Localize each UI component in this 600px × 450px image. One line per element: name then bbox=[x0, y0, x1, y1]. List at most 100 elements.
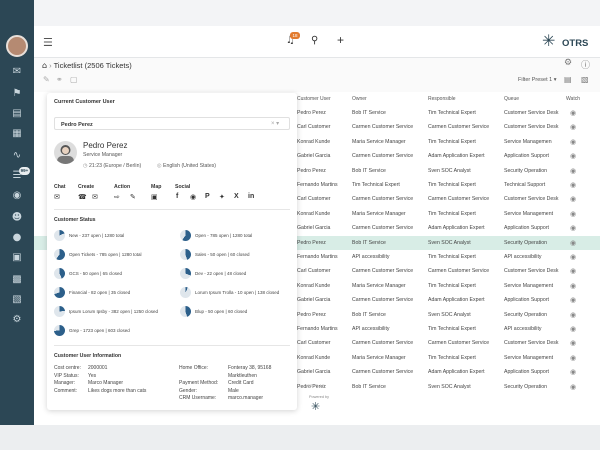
status-pie-chart bbox=[54, 287, 65, 298]
add-icon[interactable]: + bbox=[337, 33, 344, 47]
clipboard-icon[interactable]: ▤ bbox=[10, 108, 24, 120]
help-icon[interactable]: ⓘ bbox=[581, 58, 590, 71]
lock-icon[interactable]: ● bbox=[10, 232, 24, 244]
info-label: CRM Username: bbox=[179, 395, 217, 402]
info-value: Fonteray 38, 95168 bbox=[228, 365, 272, 371]
info-label: Comment: bbox=[54, 387, 78, 394]
info-value: Likes dogs more than cats bbox=[88, 387, 147, 394]
status-label: GCS - 50 open | 65 closed bbox=[69, 271, 122, 276]
eye-icon[interactable]: ◉ bbox=[10, 190, 24, 202]
facebook-icon[interactable]: f bbox=[176, 193, 178, 200]
watch-eye-icon[interactable]: ◉ bbox=[570, 195, 576, 203]
table-cell: Bob IT Service bbox=[352, 167, 386, 174]
gear-icon[interactable]: ⚙ bbox=[564, 58, 572, 68]
report-icon[interactable]: ▧ bbox=[10, 294, 24, 306]
table-cell: Service Managemen bbox=[504, 138, 552, 145]
table-cell: Maria Service Manager bbox=[352, 138, 406, 145]
map-icon[interactable]: ▣ bbox=[151, 193, 158, 201]
xing-icon[interactable]: X bbox=[234, 193, 239, 200]
home-icon[interactable]: ⌂ bbox=[42, 61, 47, 70]
tag-icon[interactable]: ⚑ bbox=[10, 88, 24, 100]
user-avatar[interactable] bbox=[6, 35, 28, 57]
phone-icon[interactable]: ☎ bbox=[78, 193, 87, 201]
table-cell: Tim Technical Expert bbox=[428, 182, 476, 188]
breadcrumb-current: Ticketlist (2506 Tickets) bbox=[53, 61, 132, 70]
instagram-icon[interactable]: ◉ bbox=[190, 193, 196, 201]
activity-icon[interactable]: ∿ bbox=[10, 150, 24, 162]
watch-eye-icon[interactable]: ◉ bbox=[570, 267, 576, 275]
table-cell: Maria Service Manager bbox=[352, 210, 406, 217]
watch-eye-icon[interactable]: ◉ bbox=[570, 339, 576, 347]
watch-eye-icon[interactable]: ◉ bbox=[570, 282, 576, 290]
menu-icon[interactable]: ☰ bbox=[43, 36, 53, 49]
table-cell: Tim Technical Expert bbox=[428, 138, 476, 145]
table-cell: Carmen Customer Service bbox=[352, 297, 414, 304]
table-cell: Gabriel Garcia bbox=[297, 297, 331, 304]
login-as-icon[interactable]: ⇨ bbox=[114, 193, 120, 201]
info-value: Credit Card bbox=[228, 380, 254, 387]
twitter-icon[interactable]: ✦ bbox=[219, 193, 225, 201]
chat-action-icon[interactable]: ✉ bbox=[54, 193, 60, 201]
table-cell: Tim Technical Expert bbox=[428, 326, 476, 332]
customer-search-input[interactable]: Pedro Perez × ▾ bbox=[54, 117, 290, 130]
chat-icon[interactable]: ✉ bbox=[10, 66, 24, 78]
calendar-icon[interactable]: ▦ bbox=[10, 128, 24, 140]
copy-icon[interactable]: ▢ bbox=[70, 75, 78, 84]
clear-icon[interactable]: × ▾ bbox=[271, 120, 279, 127]
user-icon[interactable]: ☻ bbox=[10, 212, 24, 224]
link-icon[interactable]: ⚭ bbox=[56, 75, 63, 84]
header-owner[interactable]: Owner bbox=[352, 96, 367, 102]
watch-eye-icon[interactable]: ◉ bbox=[570, 138, 576, 146]
watch-eye-icon[interactable]: ◉ bbox=[570, 210, 576, 218]
table-cell: Tim Technical Expert bbox=[428, 254, 476, 260]
table-cell: Carmen Customer Service bbox=[428, 196, 490, 203]
linkedin-icon[interactable]: in bbox=[248, 193, 254, 200]
table-cell: Tim Technical Expert bbox=[352, 182, 400, 188]
filter-edit-icon[interactable]: ▤ bbox=[564, 75, 572, 84]
table-cell: Sven SOC Analyst bbox=[428, 167, 471, 174]
header-responsible[interactable]: Responsible bbox=[428, 96, 456, 102]
watch-eye-icon[interactable]: ◉ bbox=[570, 109, 576, 117]
table-cell: Sven SOC Analyst bbox=[428, 311, 471, 318]
filter-preset-select[interactable]: Filter Preset 1 ▾ bbox=[518, 77, 557, 83]
search-icon[interactable]: ⚲ bbox=[311, 35, 318, 46]
watch-eye-icon[interactable]: ◉ bbox=[570, 354, 576, 362]
watch-eye-icon[interactable]: ◉ bbox=[570, 224, 576, 232]
table-cell: Bob IT Service bbox=[352, 110, 386, 116]
filter-preset-label: Filter Preset 1 bbox=[518, 77, 553, 83]
watch-eye-icon[interactable]: ◉ bbox=[570, 152, 576, 160]
watch-eye-icon[interactable]: ◉ bbox=[570, 167, 576, 175]
edit-customer-icon[interactable]: ✎ bbox=[130, 193, 136, 201]
status-label: Open - 785 open | 1280 total bbox=[195, 233, 253, 238]
watch-eye-icon[interactable]: ◉ bbox=[570, 239, 576, 247]
watch-eye-icon[interactable]: ◉ bbox=[570, 325, 576, 333]
table-cell: Service Management bbox=[504, 282, 554, 289]
header-watch[interactable]: Watch bbox=[566, 96, 580, 102]
status-label: Open Tickets - 785 open | 1280 total bbox=[69, 252, 142, 257]
watch-eye-icon[interactable]: ◉ bbox=[570, 296, 576, 304]
book-icon[interactable]: ▣ bbox=[10, 252, 24, 264]
header-queue[interactable]: Queue bbox=[504, 96, 519, 102]
watch-eye-icon[interactable]: ◉ bbox=[570, 368, 576, 376]
header-customer-user[interactable]: Customer User bbox=[297, 96, 331, 102]
footer-note: ©OTRS AG bbox=[304, 383, 325, 388]
grid-icon[interactable]: ▩ bbox=[10, 274, 24, 286]
watch-eye-icon[interactable]: ◉ bbox=[570, 311, 576, 319]
watch-eye-icon[interactable]: ◉ bbox=[570, 253, 576, 261]
status-label: Blup - 50 open | 60 closed bbox=[195, 309, 248, 314]
section-action: Action bbox=[114, 184, 131, 190]
info-value: Yes bbox=[88, 372, 97, 379]
table-cell: Adam Application Expert bbox=[428, 297, 485, 304]
section-create: Create bbox=[78, 184, 95, 190]
settings-icon[interactable]: ⚙ bbox=[10, 314, 24, 326]
export-icon[interactable]: ▧ bbox=[581, 75, 589, 84]
email-icon[interactable]: ✉ bbox=[92, 193, 98, 201]
edit-icon[interactable]: ✎ bbox=[43, 75, 50, 84]
table-cell: Fernando Martins bbox=[297, 254, 338, 260]
watch-eye-icon[interactable]: ◉ bbox=[570, 123, 576, 131]
watch-eye-icon[interactable]: ◉ bbox=[570, 181, 576, 189]
pinterest-icon[interactable]: P bbox=[205, 193, 210, 200]
table-cell: Konrad Kunde bbox=[297, 138, 331, 145]
table-cell: Security Operation bbox=[504, 311, 547, 318]
watch-eye-icon[interactable]: ◉ bbox=[570, 383, 576, 391]
